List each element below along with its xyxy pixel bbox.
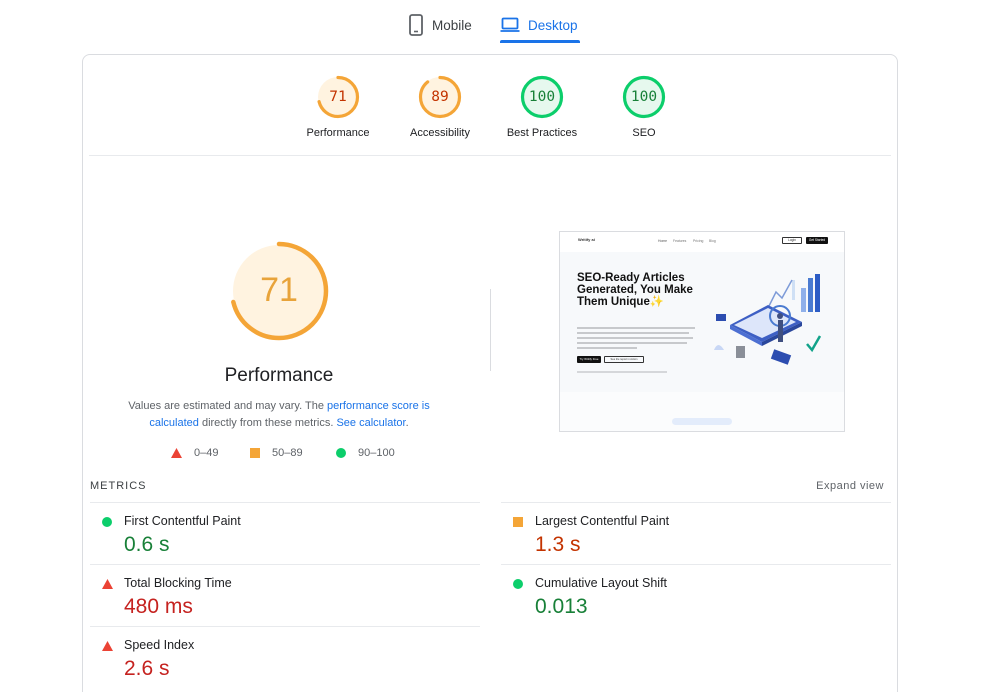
thumb-logo: Writify ai bbox=[578, 237, 595, 242]
tab-desktop-label: Desktop bbox=[528, 17, 578, 33]
circle-icon bbox=[102, 517, 112, 527]
metric-lcp: Largest Contentful Paint 1.3 s bbox=[501, 502, 891, 564]
gauge-label: Best Practices bbox=[506, 127, 578, 139]
metric-name: Largest Contentful Paint bbox=[535, 514, 670, 528]
category-gauges: 71 Performance 89 Accessibility 100 Best… bbox=[83, 75, 899, 155]
metric-value: 0.013 bbox=[535, 595, 588, 618]
triangle-icon bbox=[102, 579, 113, 589]
tab-mobile-label: Mobile bbox=[432, 17, 472, 33]
metric-name: First Contentful Paint bbox=[124, 514, 241, 528]
vertical-divider bbox=[490, 289, 491, 371]
square-icon bbox=[250, 448, 260, 458]
metric-cls: Cumulative Layout Shift 0.013 bbox=[501, 564, 891, 626]
gauge-performance[interactable]: 71 Performance bbox=[283, 75, 393, 139]
performance-note: Values are estimated and may vary. The p… bbox=[123, 398, 435, 432]
score-legend: 0–49 50–89 90–100 bbox=[83, 447, 483, 463]
gauge-label: Performance bbox=[306, 127, 370, 139]
metric-value: 1.3 s bbox=[535, 533, 581, 556]
thumb-button: Try Writify Free bbox=[577, 356, 601, 363]
metric-fcp: First Contentful Paint 0.6 s bbox=[90, 502, 480, 564]
triangle-icon bbox=[171, 448, 182, 458]
final-screenshot[interactable]: Writify ai Home Features Pricing Blog Lo… bbox=[559, 231, 845, 432]
thumb-pill bbox=[672, 418, 732, 425]
legend-average: 50–89 bbox=[250, 447, 303, 459]
thumb-cta: Get Started bbox=[806, 237, 828, 244]
tab-mobile[interactable]: Mobile bbox=[408, 8, 472, 42]
report-card: 71 Performance 89 Accessibility 100 Best… bbox=[82, 54, 898, 692]
see-calculator-link[interactable]: See calculator bbox=[336, 417, 405, 429]
performance-score: 71 bbox=[260, 271, 298, 309]
gauge-score: 100 bbox=[630, 89, 658, 105]
thumb-badges bbox=[577, 371, 667, 373]
note-text: Values are estimated and may vary. The bbox=[128, 400, 327, 412]
performance-title: Performance bbox=[224, 365, 334, 386]
thumb-nav-item: Home bbox=[658, 239, 668, 243]
thumb-nav-item: Pricing bbox=[693, 239, 704, 243]
legend-fail: 0–49 bbox=[171, 447, 218, 459]
thumb-illustration bbox=[714, 274, 822, 365]
note-text: directly from these metrics. bbox=[198, 417, 337, 429]
legend-range: 90–100 bbox=[358, 447, 395, 459]
metric-name: Cumulative Layout Shift bbox=[535, 576, 668, 590]
gauge-label: Accessibility bbox=[410, 127, 470, 139]
metric-name: Total Blocking Time bbox=[124, 576, 232, 590]
gauge-score: 71 bbox=[329, 89, 347, 105]
gauge-accessibility[interactable]: 89 Accessibility bbox=[385, 75, 495, 139]
laptop-icon bbox=[500, 17, 520, 32]
thumb-headline: SEO-Ready Articles Generated, You Make T… bbox=[577, 272, 693, 308]
circle-icon bbox=[513, 579, 523, 589]
circle-icon bbox=[336, 448, 346, 458]
phone-icon bbox=[409, 14, 423, 36]
divider bbox=[89, 155, 891, 156]
gauge-best-practices[interactable]: 100 Best Practices bbox=[487, 75, 597, 139]
gauge-label: SEO bbox=[632, 127, 656, 139]
metric-tbt: Total Blocking Time 480 ms bbox=[90, 564, 480, 626]
metric-value: 480 ms bbox=[124, 595, 193, 618]
expand-view-toggle[interactable]: Expand view bbox=[816, 480, 884, 492]
thumb-login: Login bbox=[782, 237, 802, 244]
note-text: . bbox=[405, 417, 409, 429]
thumb-nav-item: Blog bbox=[709, 239, 716, 243]
legend-range: 50–89 bbox=[272, 447, 303, 459]
gauge-score: 100 bbox=[528, 89, 556, 105]
metric-name: Speed Index bbox=[124, 638, 195, 652]
metrics-heading: METRICS bbox=[90, 480, 147, 492]
metric-value: 0.6 s bbox=[124, 533, 170, 556]
performance-gauge: 71 bbox=[229, 241, 329, 341]
legend-range: 0–49 bbox=[194, 447, 219, 459]
square-icon bbox=[513, 517, 523, 527]
gauge-score: 89 bbox=[431, 89, 449, 105]
thumb-navbar: Writify ai Home Features Pricing Blog Lo… bbox=[560, 232, 844, 252]
legend-pass: 90–100 bbox=[336, 447, 395, 459]
device-tabs: Mobile Desktop bbox=[0, 0, 1000, 48]
thumb-paragraph bbox=[577, 327, 697, 349]
thumb-button: See the report in Action bbox=[604, 356, 644, 363]
triangle-icon bbox=[102, 641, 113, 651]
metric-si: Speed Index 2.6 s bbox=[90, 626, 480, 688]
thumb-footer-band bbox=[560, 392, 844, 431]
metric-value: 2.6 s bbox=[124, 657, 170, 680]
tab-desktop[interactable]: Desktop bbox=[500, 8, 580, 43]
gauge-seo[interactable]: 100 SEO bbox=[589, 75, 699, 139]
thumb-nav-item: Features bbox=[673, 239, 687, 243]
